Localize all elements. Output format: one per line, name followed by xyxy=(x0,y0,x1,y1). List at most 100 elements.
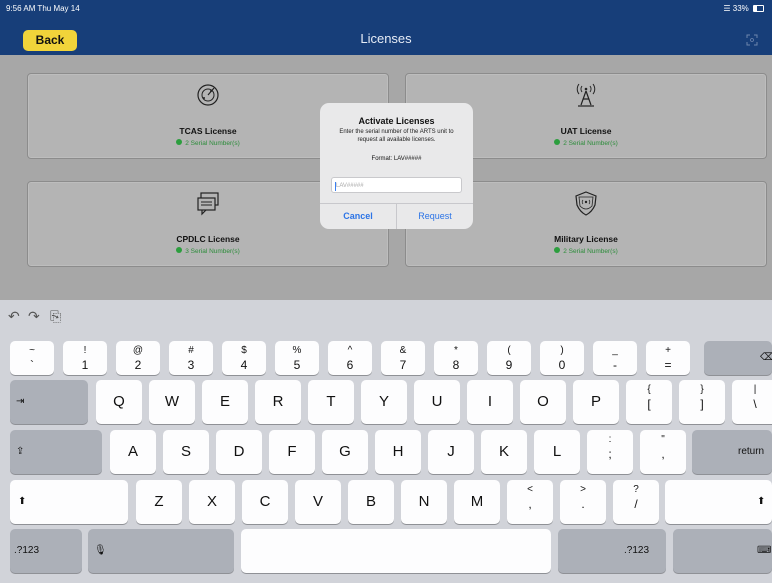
key-9[interactable]: (9 xyxy=(487,341,531,375)
key-c[interactable]: C xyxy=(242,480,288,524)
key-label: 6 xyxy=(346,358,354,372)
shift-key-right[interactable]: ⬆ xyxy=(665,480,772,524)
key-s[interactable]: S xyxy=(163,430,209,474)
key-sym[interactable]: | \ xyxy=(732,380,772,424)
cancel-button[interactable]: Cancel xyxy=(320,203,396,229)
key-sym[interactable]: }] xyxy=(679,380,725,424)
key-label: 2 xyxy=(134,358,142,372)
key-j[interactable]: J xyxy=(428,430,474,474)
key-m[interactable]: M xyxy=(454,480,500,524)
key-d[interactable]: D xyxy=(216,430,262,474)
dialog-message: Enter the serial number of the ARTS unit… xyxy=(339,129,454,143)
key-g[interactable]: G xyxy=(322,430,368,474)
key-sym[interactable]: {[ xyxy=(626,380,672,424)
key-label: .?123 xyxy=(14,545,40,556)
key-5[interactable]: % 5 xyxy=(275,341,319,375)
caps-lock-key[interactable]: ⇪ xyxy=(10,430,102,474)
card-title: CPDLC License xyxy=(176,234,240,244)
status-indicators: ☰ 33% xyxy=(723,4,764,13)
key-t[interactable]: T xyxy=(308,380,354,424)
key-0[interactable]: ~ ` xyxy=(10,341,54,375)
paste-icon[interactable]: ⎘ xyxy=(50,309,64,323)
key-shift-label: ) xyxy=(560,345,564,356)
activate-licenses-dialog: Activate Licenses Enter the serial numbe… xyxy=(320,103,473,229)
key-shift-label: ! xyxy=(83,345,87,356)
caps-lock-icon: ⇪ xyxy=(16,446,25,457)
key-label: G xyxy=(339,443,351,460)
key-p[interactable]: P xyxy=(573,380,619,424)
key-sym[interactable]: :; xyxy=(587,430,633,474)
hide-keyboard-key[interactable]: ⌨ xyxy=(673,529,772,573)
key-shift-label: : xyxy=(608,434,612,445)
key-label: L xyxy=(552,443,562,460)
key-a[interactable]: A xyxy=(110,430,156,474)
key-sym[interactable]: ", xyxy=(640,430,686,474)
request-button[interactable]: Request xyxy=(397,203,473,229)
key-11[interactable]: _ - xyxy=(593,341,637,375)
delete-key[interactable]: ⌫ xyxy=(704,341,772,375)
key-v[interactable]: V xyxy=(295,480,341,524)
key-shift-label: | xyxy=(753,384,757,395)
undo-icon[interactable]: ↶ xyxy=(8,309,22,323)
key-8[interactable]: * 8 xyxy=(434,341,478,375)
numbers-key-left[interactable]: .?123 xyxy=(10,529,82,573)
key-3[interactable]: #3 xyxy=(169,341,213,375)
redo-icon[interactable]: ↷ xyxy=(28,309,42,323)
key-7[interactable]: & 7 xyxy=(381,341,425,375)
key-4[interactable]: $4 xyxy=(222,341,266,375)
key-label: - xyxy=(613,358,617,372)
key-label: 0 xyxy=(558,358,566,372)
key-h[interactable]: H xyxy=(375,430,421,474)
key-w[interactable]: W xyxy=(149,380,195,424)
key-label: J xyxy=(447,443,455,460)
card-title: Military License xyxy=(554,234,618,244)
space-bar[interactable] xyxy=(241,529,551,573)
key-12[interactable]: + = xyxy=(646,341,690,375)
numbers-key-right[interactable]: .?123 xyxy=(558,529,666,573)
key-shift-label: ~ xyxy=(29,345,35,356)
key-x[interactable]: X xyxy=(189,480,235,524)
scan-icon[interactable] xyxy=(746,34,758,46)
key-k[interactable]: K xyxy=(481,430,527,474)
dialog-title: Activate Licenses xyxy=(358,116,435,126)
key-u[interactable]: U xyxy=(414,380,460,424)
dictation-key[interactable]: 🎙 xyxy=(88,529,234,573)
key-sym[interactable]: ? / xyxy=(613,480,659,524)
key-label: Z xyxy=(154,493,164,510)
key-label: \ xyxy=(753,397,757,411)
key-i[interactable]: I xyxy=(467,380,513,424)
key-o[interactable]: O xyxy=(520,380,566,424)
key-l[interactable]: L xyxy=(534,430,580,474)
key-2[interactable]: @2 xyxy=(116,341,160,375)
key-shift-label: ( xyxy=(507,345,511,356)
delete-icon: ⌫ xyxy=(760,352,772,363)
key-label: E xyxy=(219,393,230,410)
key-shift-label: $ xyxy=(241,345,247,356)
key-f[interactable]: F xyxy=(269,430,315,474)
key-z[interactable]: Z xyxy=(136,480,182,524)
shift-icon: ⬆ xyxy=(757,496,766,507)
key-label: U xyxy=(431,393,443,410)
shift-key-left[interactable]: ⬆ xyxy=(10,480,128,524)
key-label: V xyxy=(312,493,323,510)
key-q[interactable]: Q xyxy=(96,380,142,424)
shield-icon xyxy=(575,191,597,216)
key-label: X xyxy=(206,493,217,510)
key-e[interactable]: E xyxy=(202,380,248,424)
key-sym[interactable]: <, xyxy=(507,480,553,524)
serial-number-input[interactable]: LAV##### xyxy=(331,177,462,193)
key-label: B xyxy=(365,493,376,510)
key-y[interactable]: Y xyxy=(361,380,407,424)
key-shift-label: } xyxy=(700,384,704,395)
key-6[interactable]: ^ 6 xyxy=(328,341,372,375)
tab-key[interactable]: ⇥ xyxy=(10,380,88,424)
key-r[interactable]: R xyxy=(255,380,301,424)
key-1[interactable]: ! 1 xyxy=(63,341,107,375)
key-shift-label: % xyxy=(292,345,302,356)
key-sym[interactable]: >. xyxy=(560,480,606,524)
return-key[interactable]: return xyxy=(692,430,772,474)
key-n[interactable]: N xyxy=(401,480,447,524)
key-b[interactable]: B xyxy=(348,480,394,524)
key-10[interactable]: ) 0 xyxy=(540,341,584,375)
key-shift-label: + xyxy=(665,345,671,356)
